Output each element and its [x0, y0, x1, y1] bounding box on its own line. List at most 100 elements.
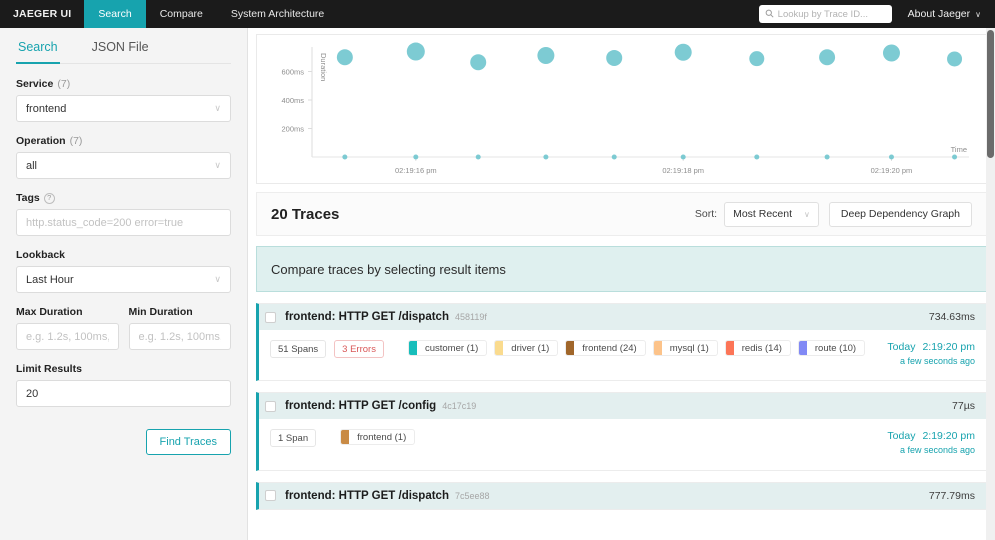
tags-input[interactable] — [26, 216, 221, 229]
svg-text:02:19:18 pm: 02:19:18 pm — [662, 166, 704, 175]
trace-timestamp: Today 2:19:20 pm a few seconds ago — [887, 429, 975, 457]
service-tag-label: frontend (1) — [357, 431, 407, 443]
min-duration-input-wrap[interactable] — [128, 323, 231, 350]
service-tag-label: customer (1) — [424, 342, 479, 354]
trace-scatter-chart[interactable]: 600ms 400ms 200ms Duration 02:19:16 pm 02:19:… — [256, 34, 987, 184]
about-jaeger-label: About Jaeger — [907, 8, 971, 20]
main-layout: Search JSON File Service (7) frontend ∨ … — [0, 28, 995, 540]
find-traces-button[interactable]: Find Traces — [145, 429, 231, 455]
limit-results-input[interactable] — [26, 387, 221, 400]
service-select[interactable]: frontend ∨ — [16, 95, 231, 122]
service-tag: frontend (1) — [340, 429, 416, 446]
tags-label-text: Tags — [16, 192, 40, 204]
min-duration-label: Min Duration — [128, 306, 193, 318]
trace-id-input[interactable] — [777, 8, 886, 20]
search-icon — [765, 5, 778, 23]
scrollbar-thumb[interactable] — [987, 30, 994, 158]
trace-id: 458119f — [454, 312, 487, 322]
lookback-field-group: Lookback Last Hour ∨ — [16, 249, 231, 293]
span-count-badge: 1 Span — [270, 429, 317, 448]
service-color-swatch — [341, 430, 350, 445]
about-jaeger-menu[interactable]: About Jaeger ∨ — [904, 0, 995, 28]
sort-label: Sort: — [694, 208, 718, 220]
chevron-down-icon: ∨ — [975, 9, 981, 19]
operation-field-group: Operation (7) all ∨ — [16, 135, 231, 179]
limit-results-input-wrap[interactable] — [16, 380, 231, 407]
min-duration-group: Min Duration — [128, 306, 231, 350]
trace-select-checkbox[interactable] — [265, 490, 276, 502]
operation-select[interactable]: all ∨ — [16, 152, 231, 179]
operation-value: all — [26, 159, 38, 172]
trace-id-lookup[interactable] — [758, 5, 892, 23]
service-tag-list: customer (1) driver (1) frontend (24) mysql… — [407, 340, 872, 356]
trace-result-item[interactable]: frontend: HTTP GET /dispatch 458119f 734.6… — [256, 303, 987, 382]
trace-day-label: Today — [887, 341, 916, 353]
duration-field-group: Max Duration Min Duration — [16, 306, 231, 350]
trace-select-checkbox[interactable] — [265, 400, 276, 412]
operation-label: Operation (7) — [16, 135, 231, 147]
error-count-badge: 3 Errors — [334, 340, 384, 358]
nav-item-system-architecture[interactable]: System Architecture — [217, 0, 338, 28]
trace-result-item[interactable]: frontend: HTTP GET /dispatch 7c5ee88 777.7… — [256, 481, 987, 510]
trace-timestamp-absolute: Today 2:19:20 pm — [887, 429, 975, 444]
svg-text:02:19:20 pm: 02:19:20 pm — [871, 166, 913, 175]
trace-timestamp: Today 2:19:20 pm a few seconds ago — [887, 340, 975, 368]
tags-field-group: Tags ? — [16, 192, 231, 236]
trace-result-header[interactable]: frontend: HTTP GET /config 4c17c19 77µs — [259, 393, 986, 420]
trace-result-list: frontend: HTTP GET /dispatch 458119f 734.6… — [256, 303, 987, 510]
min-duration-input[interactable] — [138, 330, 221, 343]
trace-result-header[interactable]: frontend: HTTP GET /dispatch 458119f 734.6… — [259, 304, 986, 330]
span-count-badge: 51 Spans — [270, 340, 327, 358]
tab-json-file[interactable]: JSON File — [90, 28, 151, 64]
svg-text:200ms: 200ms — [281, 125, 304, 134]
nav-item-search[interactable]: Search — [84, 0, 146, 28]
svg-text:Duration: Duration — [319, 53, 328, 81]
max-duration-input-wrap[interactable] — [16, 323, 119, 350]
trace-timestamp-relative: a few seconds ago — [899, 356, 975, 367]
trace-select-checkbox[interactable] — [265, 311, 276, 323]
trace-result-header[interactable]: frontend: HTTP GET /dispatch 7c5ee88 777.7… — [259, 482, 986, 509]
service-color-swatch — [495, 341, 504, 355]
service-tag-label: route (10) — [814, 342, 857, 354]
jaeger-logo[interactable]: JAEGER UI — [0, 0, 84, 28]
trace-id: 7c5ee88 — [454, 490, 490, 501]
limit-results-field-group: Limit Results — [16, 363, 231, 407]
sort-value: Most Recent — [733, 208, 793, 220]
trace-timestamp-relative: a few seconds ago — [899, 445, 975, 456]
service-tag: mysql (1) — [652, 340, 718, 356]
tab-search[interactable]: Search — [16, 28, 60, 64]
scatter-plot-svg: 600ms 400ms 200ms Duration 02:19:16 pm 02:19:… — [281, 42, 969, 175]
trace-duration: 734.63ms — [928, 311, 975, 323]
service-tag-label: driver (1) — [511, 342, 550, 354]
results-scrollbar[interactable] — [986, 28, 995, 540]
trace-name: frontend: HTTP GET /dispatch — [285, 311, 449, 323]
top-navigation-bar: JAEGER UI Search Compare System Architec… — [0, 0, 995, 28]
lookback-select[interactable]: Last Hour ∨ — [16, 266, 231, 293]
trace-time-label: 2:19:20 pm — [922, 430, 975, 443]
trace-result-body: 51 Spans 3 Errors customer (1) driver (1) fr… — [259, 330, 986, 380]
svg-text:600ms: 600ms — [281, 68, 304, 77]
help-icon[interactable]: ? — [43, 192, 55, 204]
service-tag-label: mysql (1) — [669, 342, 709, 354]
tags-label: Tags ? — [16, 192, 231, 204]
deep-dependency-graph-button[interactable]: Deep Dependency Graph — [828, 201, 972, 227]
service-tag: driver (1) — [494, 340, 559, 356]
svg-text:400ms: 400ms — [281, 96, 304, 105]
max-duration-label: Max Duration — [16, 306, 83, 318]
max-duration-input[interactable] — [26, 330, 109, 343]
operation-count: (7) — [69, 135, 83, 147]
service-tag-list: frontend (1) — [340, 429, 422, 446]
tags-input-wrap[interactable] — [16, 209, 231, 236]
service-tag: frontend (24) — [565, 340, 646, 356]
service-color-swatch — [725, 341, 734, 355]
nav-item-compare[interactable]: Compare — [146, 0, 217, 28]
trace-result-item[interactable]: frontend: HTTP GET /config 4c17c19 77µs 1 S… — [256, 392, 987, 471]
max-duration-group: Max Duration — [16, 306, 119, 350]
chevron-down-icon: ∨ — [804, 209, 810, 219]
service-tag-label: frontend (24) — [582, 342, 637, 354]
svg-text:02:19:16 pm: 02:19:16 pm — [395, 166, 437, 175]
sort-select[interactable]: Most Recent ∨ — [724, 201, 819, 227]
limit-results-label: Limit Results — [16, 363, 82, 375]
service-tag-label: redis (14) — [741, 342, 782, 354]
